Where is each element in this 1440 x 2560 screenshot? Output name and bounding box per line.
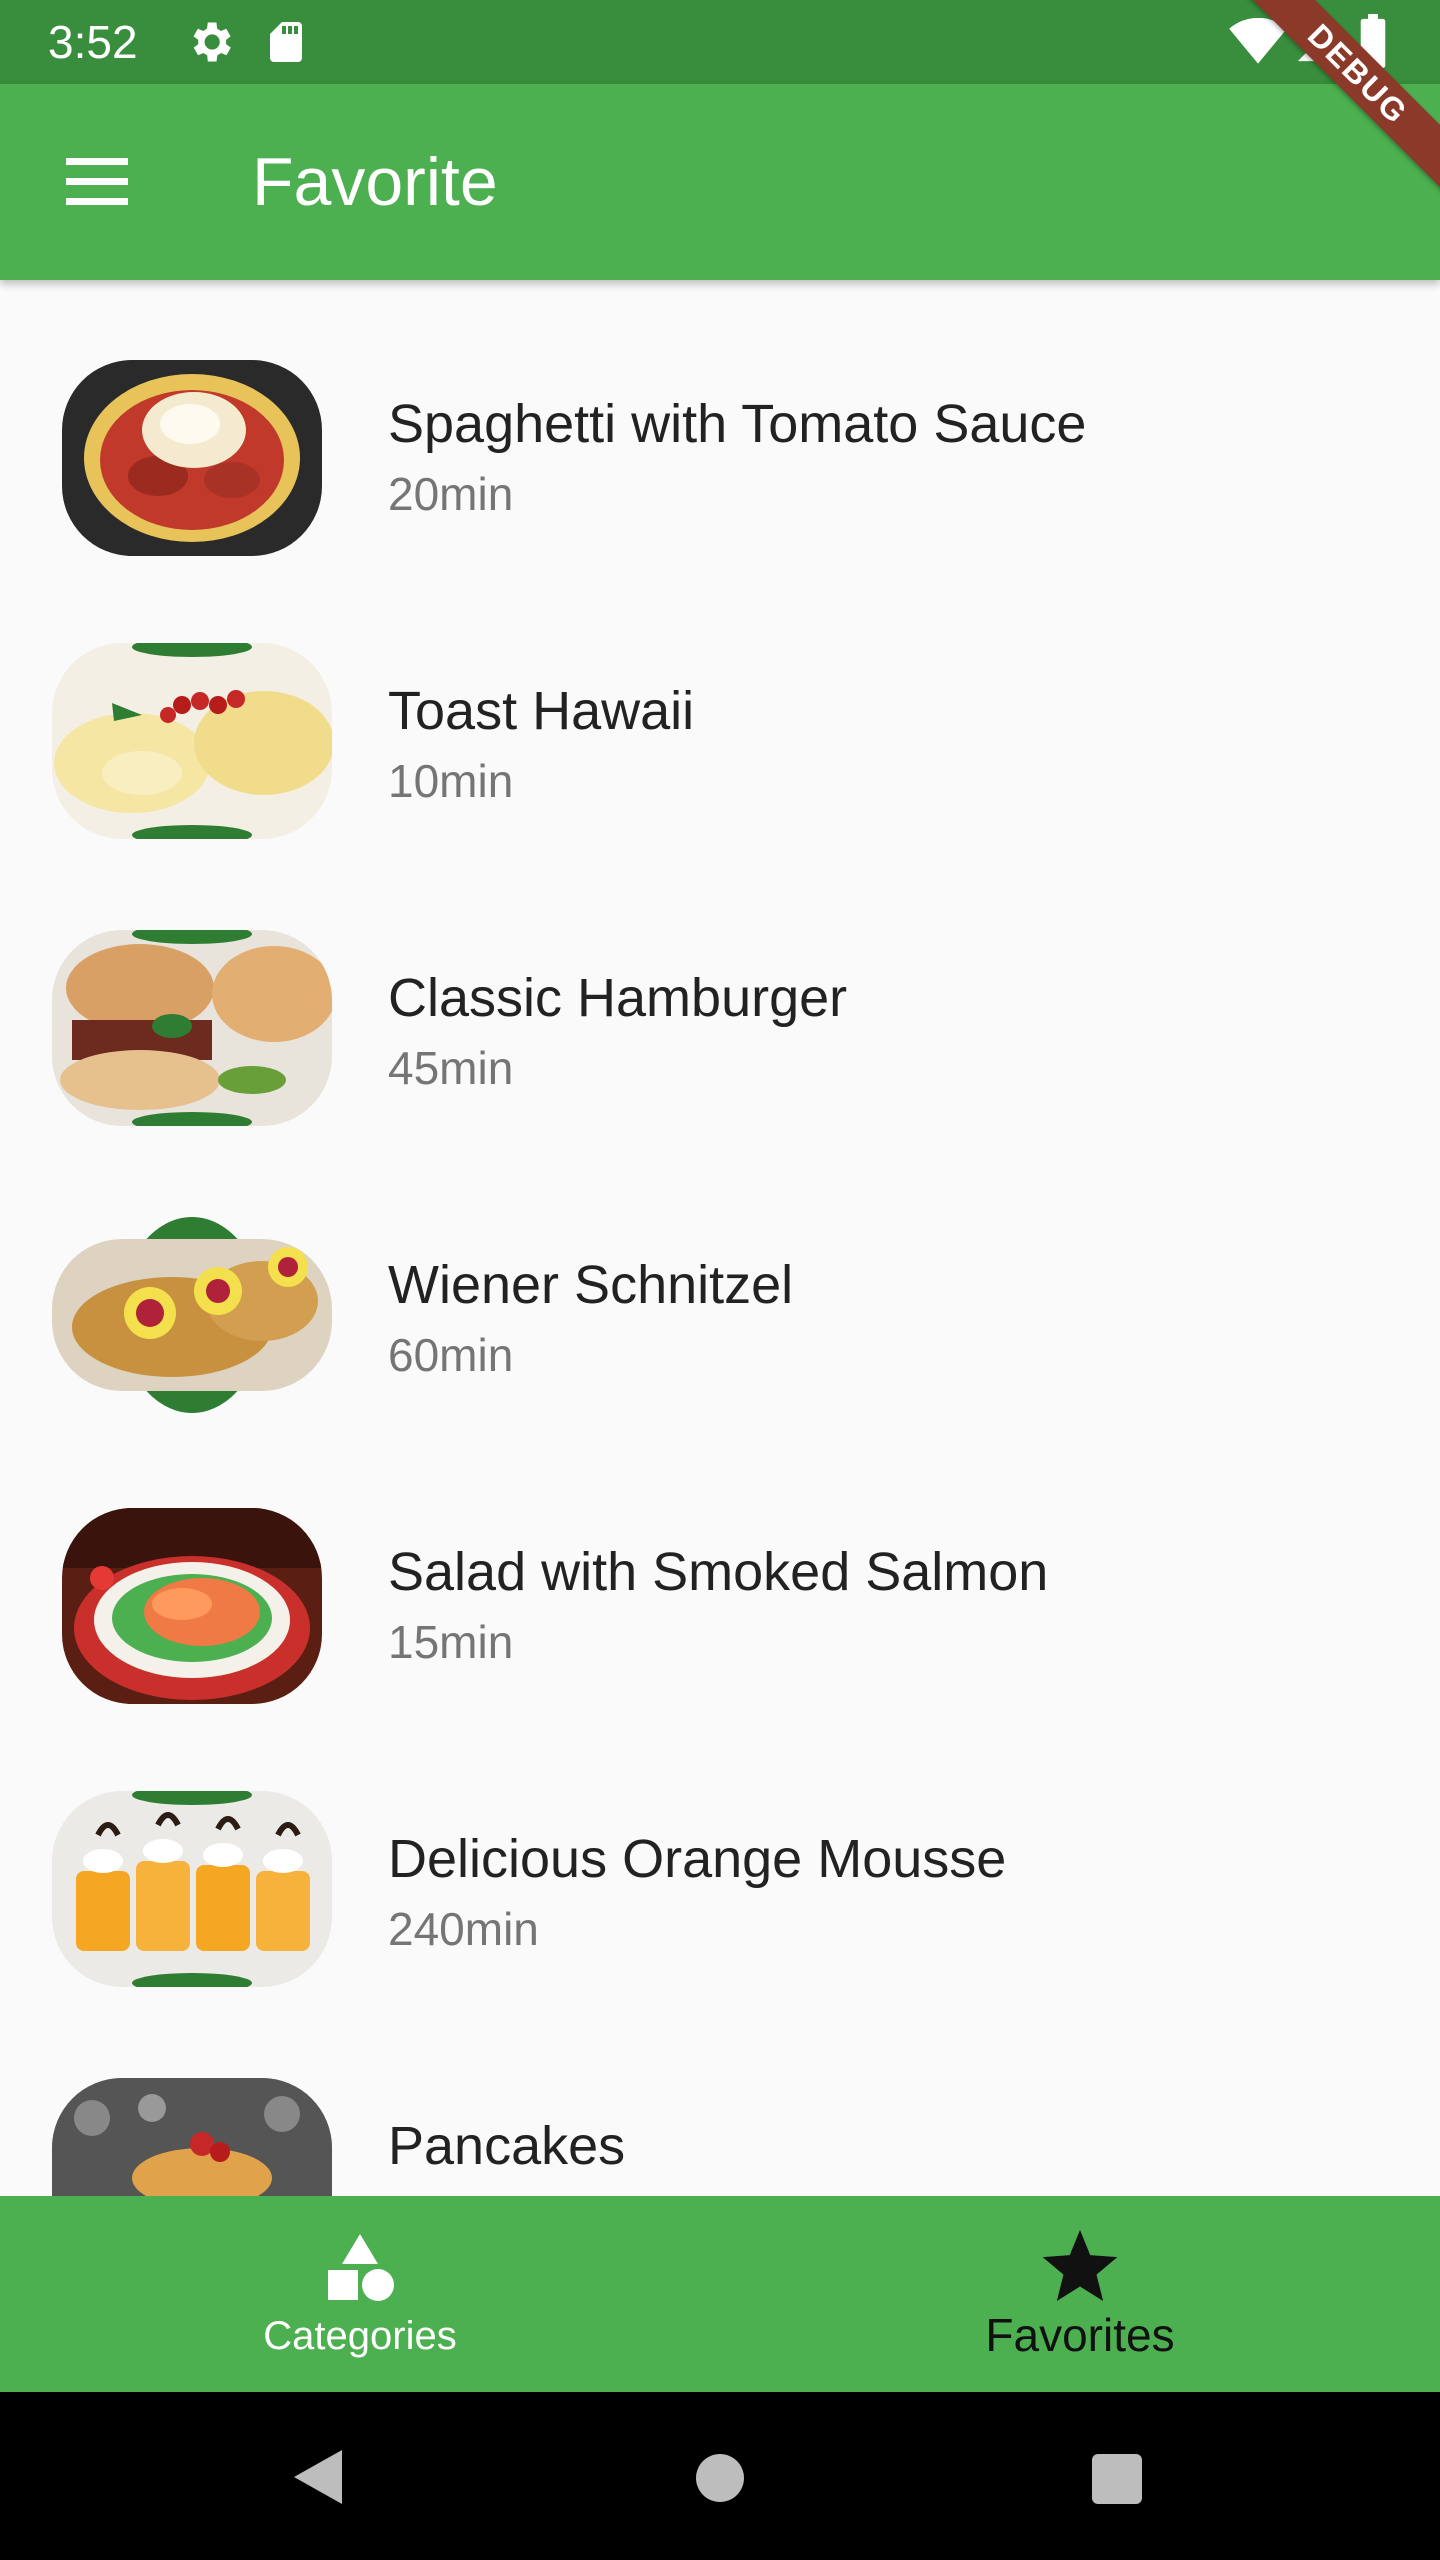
meal-image-smoked-salmon-salad [62, 1508, 322, 1704]
meal-image-toast-hawaii [52, 643, 332, 839]
tab-favorites-label: Favorites [985, 2309, 1175, 2361]
star-icon [1042, 2230, 1118, 2302]
home-icon[interactable] [694, 2452, 746, 2504]
meal-list-item[interactable]: Spaghetti with Tomato Sauce 20min [0, 280, 1440, 567]
app-bar: Favorite [0, 84, 1440, 280]
meal-title: Toast Hawaii [388, 681, 695, 741]
meal-title: Delicious Orange Mousse [388, 1829, 1007, 1889]
bottom-navigation: Categories Favorites [0, 2196, 1440, 2392]
meal-duration: 45min [388, 1042, 514, 1094]
favorites-list: Spaghetti with Tomato Sauce 20min Toast … [0, 280, 1440, 2196]
page-title: Favorite [252, 144, 498, 220]
meal-duration: 240min [388, 1903, 539, 1955]
gear-icon [184, 16, 236, 73]
meal-list-item[interactable]: Salad with Smoked Salmon 15min [0, 1428, 1440, 1715]
meal-image-spaghetti [62, 360, 322, 556]
system-navigation-bar [0, 2392, 1440, 2560]
sd-card-icon [262, 16, 310, 73]
recents-icon[interactable] [1090, 2452, 1144, 2506]
tab-favorites[interactable]: Favorites [720, 2196, 1440, 2392]
meal-duration: 60min [388, 1329, 514, 1381]
tab-categories-label: Categories [263, 2314, 457, 2358]
menu-button[interactable] [52, 138, 140, 226]
meal-list-item[interactable]: Delicious Orange Mousse 240min [0, 1715, 1440, 2002]
meal-image-hamburger [52, 930, 332, 1126]
meal-image-wiener-schnitzel [52, 1217, 332, 1413]
meal-list-item[interactable]: Classic Hamburger 45min [0, 854, 1440, 1141]
hamburger-menu-icon [66, 158, 128, 205]
meal-list-item[interactable]: Wiener Schnitzel 60min [0, 1141, 1440, 1428]
status-bar: 3:52 [0, 0, 1440, 84]
status-time: 3:52 [48, 16, 138, 68]
meal-title: Pancakes [388, 2116, 626, 2176]
category-shapes-icon [328, 2234, 394, 2301]
meal-image-pancakes [52, 2078, 332, 2196]
meal-title: Salad with Smoked Salmon [388, 1542, 1049, 1602]
meal-image-orange-mousse [52, 1791, 332, 1987]
meal-title: Wiener Schnitzel [388, 1255, 794, 1315]
meal-duration: 15min [388, 1616, 514, 1668]
meal-duration: 20min [388, 468, 514, 520]
meal-list-item[interactable]: Toast Hawaii 10min [0, 567, 1440, 854]
meal-title: Spaghetti with Tomato Sauce [388, 394, 1087, 454]
meal-list-item[interactable]: Pancakes [0, 2002, 1440, 2196]
meal-title: Classic Hamburger [388, 968, 848, 1028]
tab-categories[interactable]: Categories [0, 2196, 720, 2392]
back-icon[interactable] [290, 2446, 346, 2508]
meal-duration: 10min [388, 755, 514, 807]
